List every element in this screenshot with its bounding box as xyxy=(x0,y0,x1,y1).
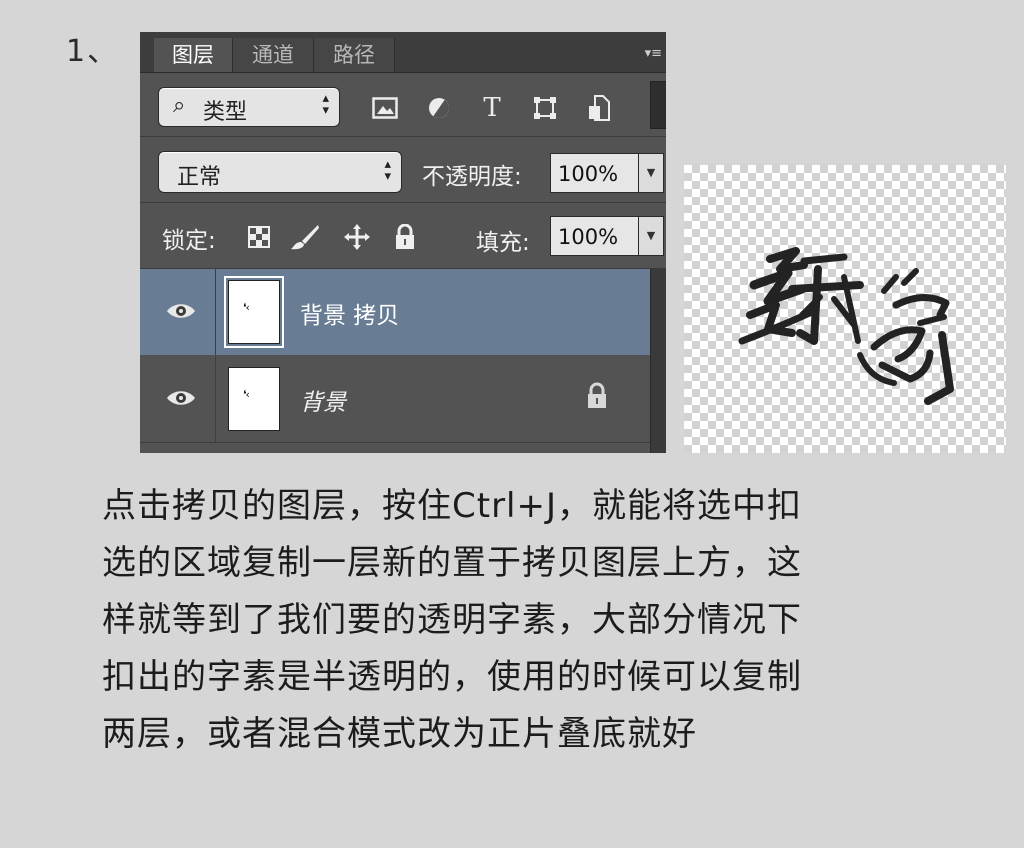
search-icon: ⌕ xyxy=(173,93,186,118)
lock-all-icon[interactable] xyxy=(390,222,420,252)
opacity-label: 不透明度: xyxy=(422,164,522,190)
layer-thumbnail[interactable]: ❛‹ xyxy=(224,276,284,348)
calligraphy-strokes-image xyxy=(738,247,954,405)
layer-row-background-copy[interactable]: ❛‹ 背景 拷贝 xyxy=(140,269,650,355)
layer-locked-icon xyxy=(586,382,612,412)
lock-label: 锁定: xyxy=(162,228,216,254)
blend-mode-value: 正常 xyxy=(177,165,222,190)
adjustment-filter-icon[interactable] xyxy=(424,93,454,123)
transparent-calligraphy-preview xyxy=(684,165,1006,453)
description-line: 样就等到了我们要的透明字素，大部分情况下 xyxy=(102,600,802,640)
blend-row: 正常 ▴ ▾ 不透明度: 100% ▼ xyxy=(140,137,666,203)
dropdown-arrows-icon: ▴ ▾ xyxy=(322,91,329,118)
type-filter-icon[interactable]: T xyxy=(477,93,507,123)
description-line: 选的区域复制一层新的置于拷贝图层上方，这 xyxy=(102,543,802,583)
description-line: 两层，或者混合模式改为正片叠底就好 xyxy=(102,714,697,754)
tab-paths[interactable]: 路径 xyxy=(314,38,395,72)
dropdown-arrows-icon: ▴ ▾ xyxy=(384,157,391,184)
layer-name[interactable]: 背景 拷贝 xyxy=(300,296,399,330)
eye-column-divider xyxy=(215,269,216,355)
layers-panel: 图层 通道 路径 ▾≡ ⌕ 类型 ▴▾ T 正常 ▴▾ 不透明度: 100% xyxy=(140,32,666,453)
description-line: 点击拷贝的图层，按住Ctrl+J，就能将选中扣 xyxy=(102,486,803,526)
filter-type-label: 类型 xyxy=(203,100,248,125)
smart-object-filter-icon[interactable] xyxy=(584,93,614,123)
fill-label: 填充: xyxy=(476,230,530,256)
panel-menu-icon[interactable]: ▾≡ xyxy=(645,46,662,61)
fill-input[interactable]: 100% xyxy=(550,216,640,256)
visibility-eye-icon[interactable] xyxy=(164,299,198,323)
filter-row: ⌕ 类型 ▴ ▾ T xyxy=(140,73,666,137)
visibility-eye-icon[interactable] xyxy=(164,386,198,410)
thumbnail-content: ❛‹ xyxy=(243,301,250,314)
layer-name[interactable]: 背景 xyxy=(300,383,346,417)
layer-thumbnail[interactable]: ❛‹ xyxy=(228,367,280,431)
description-line: 扣出的字素是半透明的，使用的时候可以复制 xyxy=(102,657,802,697)
blend-mode-dropdown[interactable]: 正常 ▴ ▾ xyxy=(158,151,402,193)
eye-column-divider xyxy=(215,356,216,442)
description-paragraph: 点击拷贝的图层，按住Ctrl+J，就能将选中扣 选的区域复制一层新的置于拷贝图层… xyxy=(102,478,922,763)
panel-tabbar: 图层 通道 路径 ▾≡ xyxy=(140,32,666,73)
thumbnail-content: ❛‹ xyxy=(243,388,250,401)
image-filter-icon[interactable] xyxy=(370,93,400,123)
opacity-slider-toggle[interactable]: ▼ xyxy=(638,153,664,193)
layer-row-background[interactable]: ❛‹ 背景 xyxy=(140,356,650,443)
step-number: 1、 xyxy=(66,34,120,69)
tab-channels[interactable]: 通道 xyxy=(233,38,314,72)
opacity-input[interactable]: 100% xyxy=(550,153,640,193)
shape-filter-icon[interactable] xyxy=(530,93,560,123)
filter-toggle-switch[interactable] xyxy=(650,81,666,129)
lock-image-pixels-icon[interactable] xyxy=(290,222,320,252)
fill-slider-toggle[interactable]: ▼ xyxy=(638,216,664,256)
layers-scrollbar[interactable] xyxy=(650,269,666,453)
lock-transparent-pixels-icon[interactable] xyxy=(244,222,274,252)
tab-layers[interactable]: 图层 xyxy=(154,38,233,72)
lock-position-icon[interactable] xyxy=(342,222,372,252)
filter-type-dropdown[interactable]: ⌕ 类型 ▴ ▾ xyxy=(158,87,340,127)
